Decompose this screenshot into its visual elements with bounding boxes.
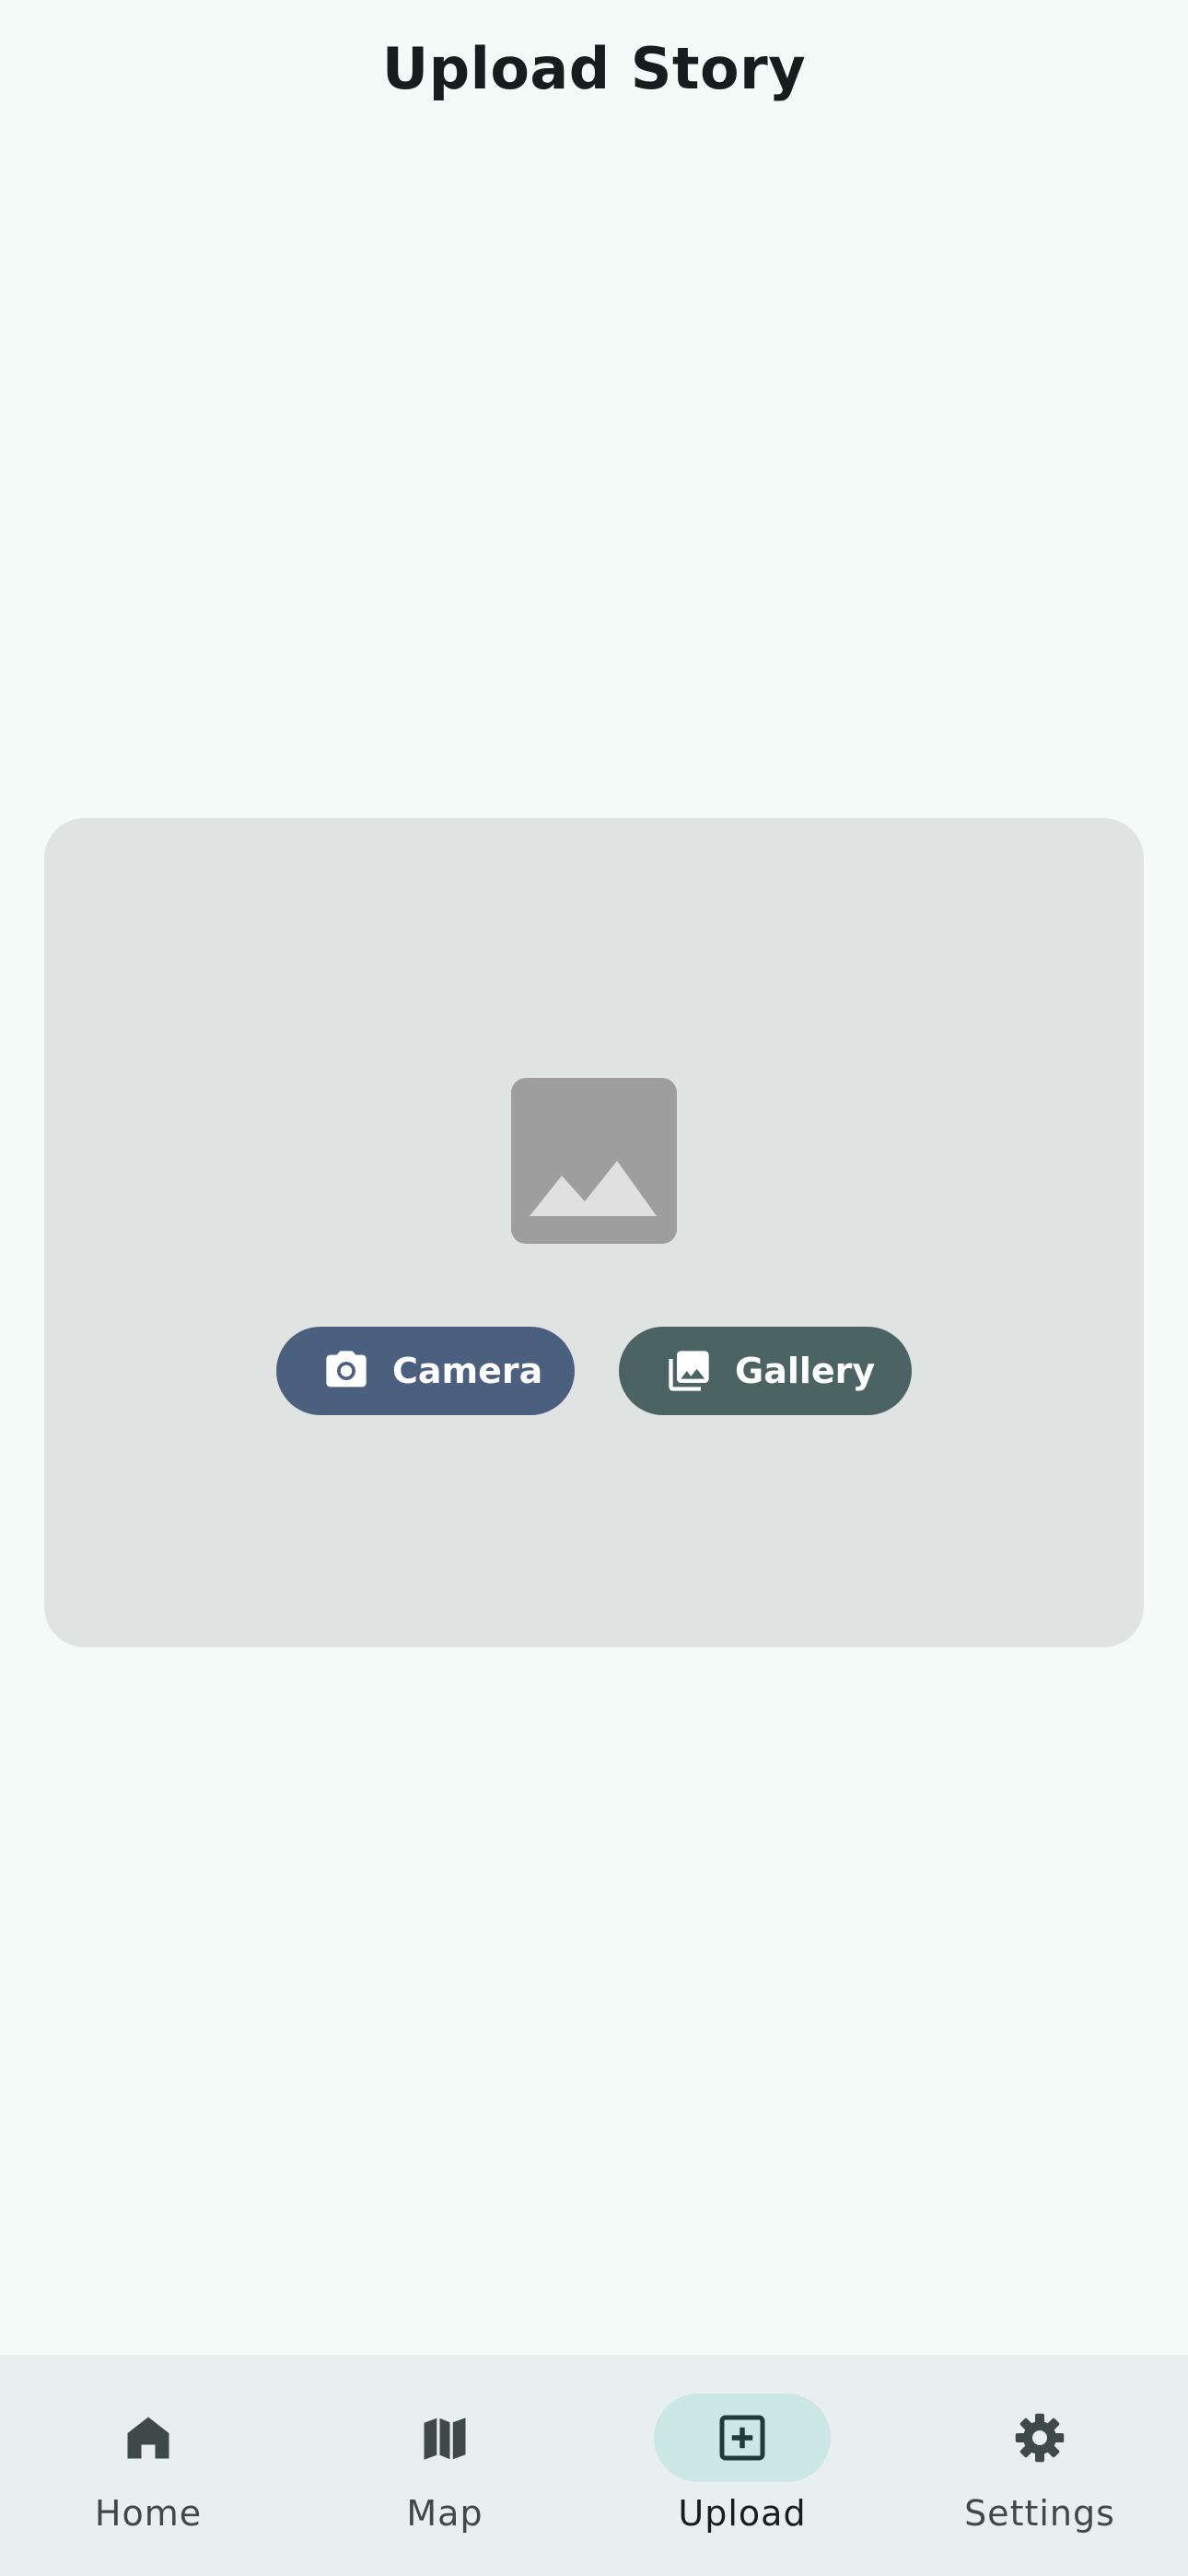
nav-item-map-indicator: [356, 2394, 533, 2482]
upload-story-screen: Upload Story Camera Gallery Home Map Upl…: [0, 0, 1188, 2576]
add-box-icon: [719, 2415, 765, 2461]
gallery-button[interactable]: Gallery: [619, 1327, 912, 1415]
nav-item-map-label: Map: [406, 2493, 483, 2534]
nav-item-home[interactable]: Home: [0, 2355, 297, 2576]
page-title: Upload Story: [381, 35, 807, 102]
nav-item-upload-label: Upload: [678, 2493, 807, 2534]
map-icon: [424, 2418, 466, 2460]
gallery-icon: [669, 1351, 709, 1391]
bottom-navigation-bar: Home Map Upload Settings: [0, 2355, 1188, 2576]
gear-icon: [1015, 2413, 1065, 2463]
nav-item-settings-indicator: [951, 2394, 1128, 2482]
nav-item-upload-indicator: [654, 2394, 831, 2482]
nav-item-home-label: Home: [94, 2493, 203, 2534]
image-placeholder-icon: [511, 1078, 677, 1244]
nav-item-home-indicator: [60, 2394, 237, 2482]
nav-item-settings[interactable]: Settings: [891, 2355, 1188, 2576]
gallery-button-label: Gallery: [735, 1351, 876, 1391]
nav-item-settings-label: Settings: [964, 2493, 1115, 2534]
camera-button[interactable]: Camera: [276, 1327, 575, 1415]
home-icon: [127, 2417, 169, 2459]
nav-item-map[interactable]: Map: [297, 2355, 593, 2576]
upload-card: Camera Gallery: [44, 818, 1144, 1647]
camera-icon: [326, 1351, 367, 1388]
nav-item-upload[interactable]: Upload: [594, 2355, 891, 2576]
camera-button-label: Camera: [392, 1351, 543, 1391]
